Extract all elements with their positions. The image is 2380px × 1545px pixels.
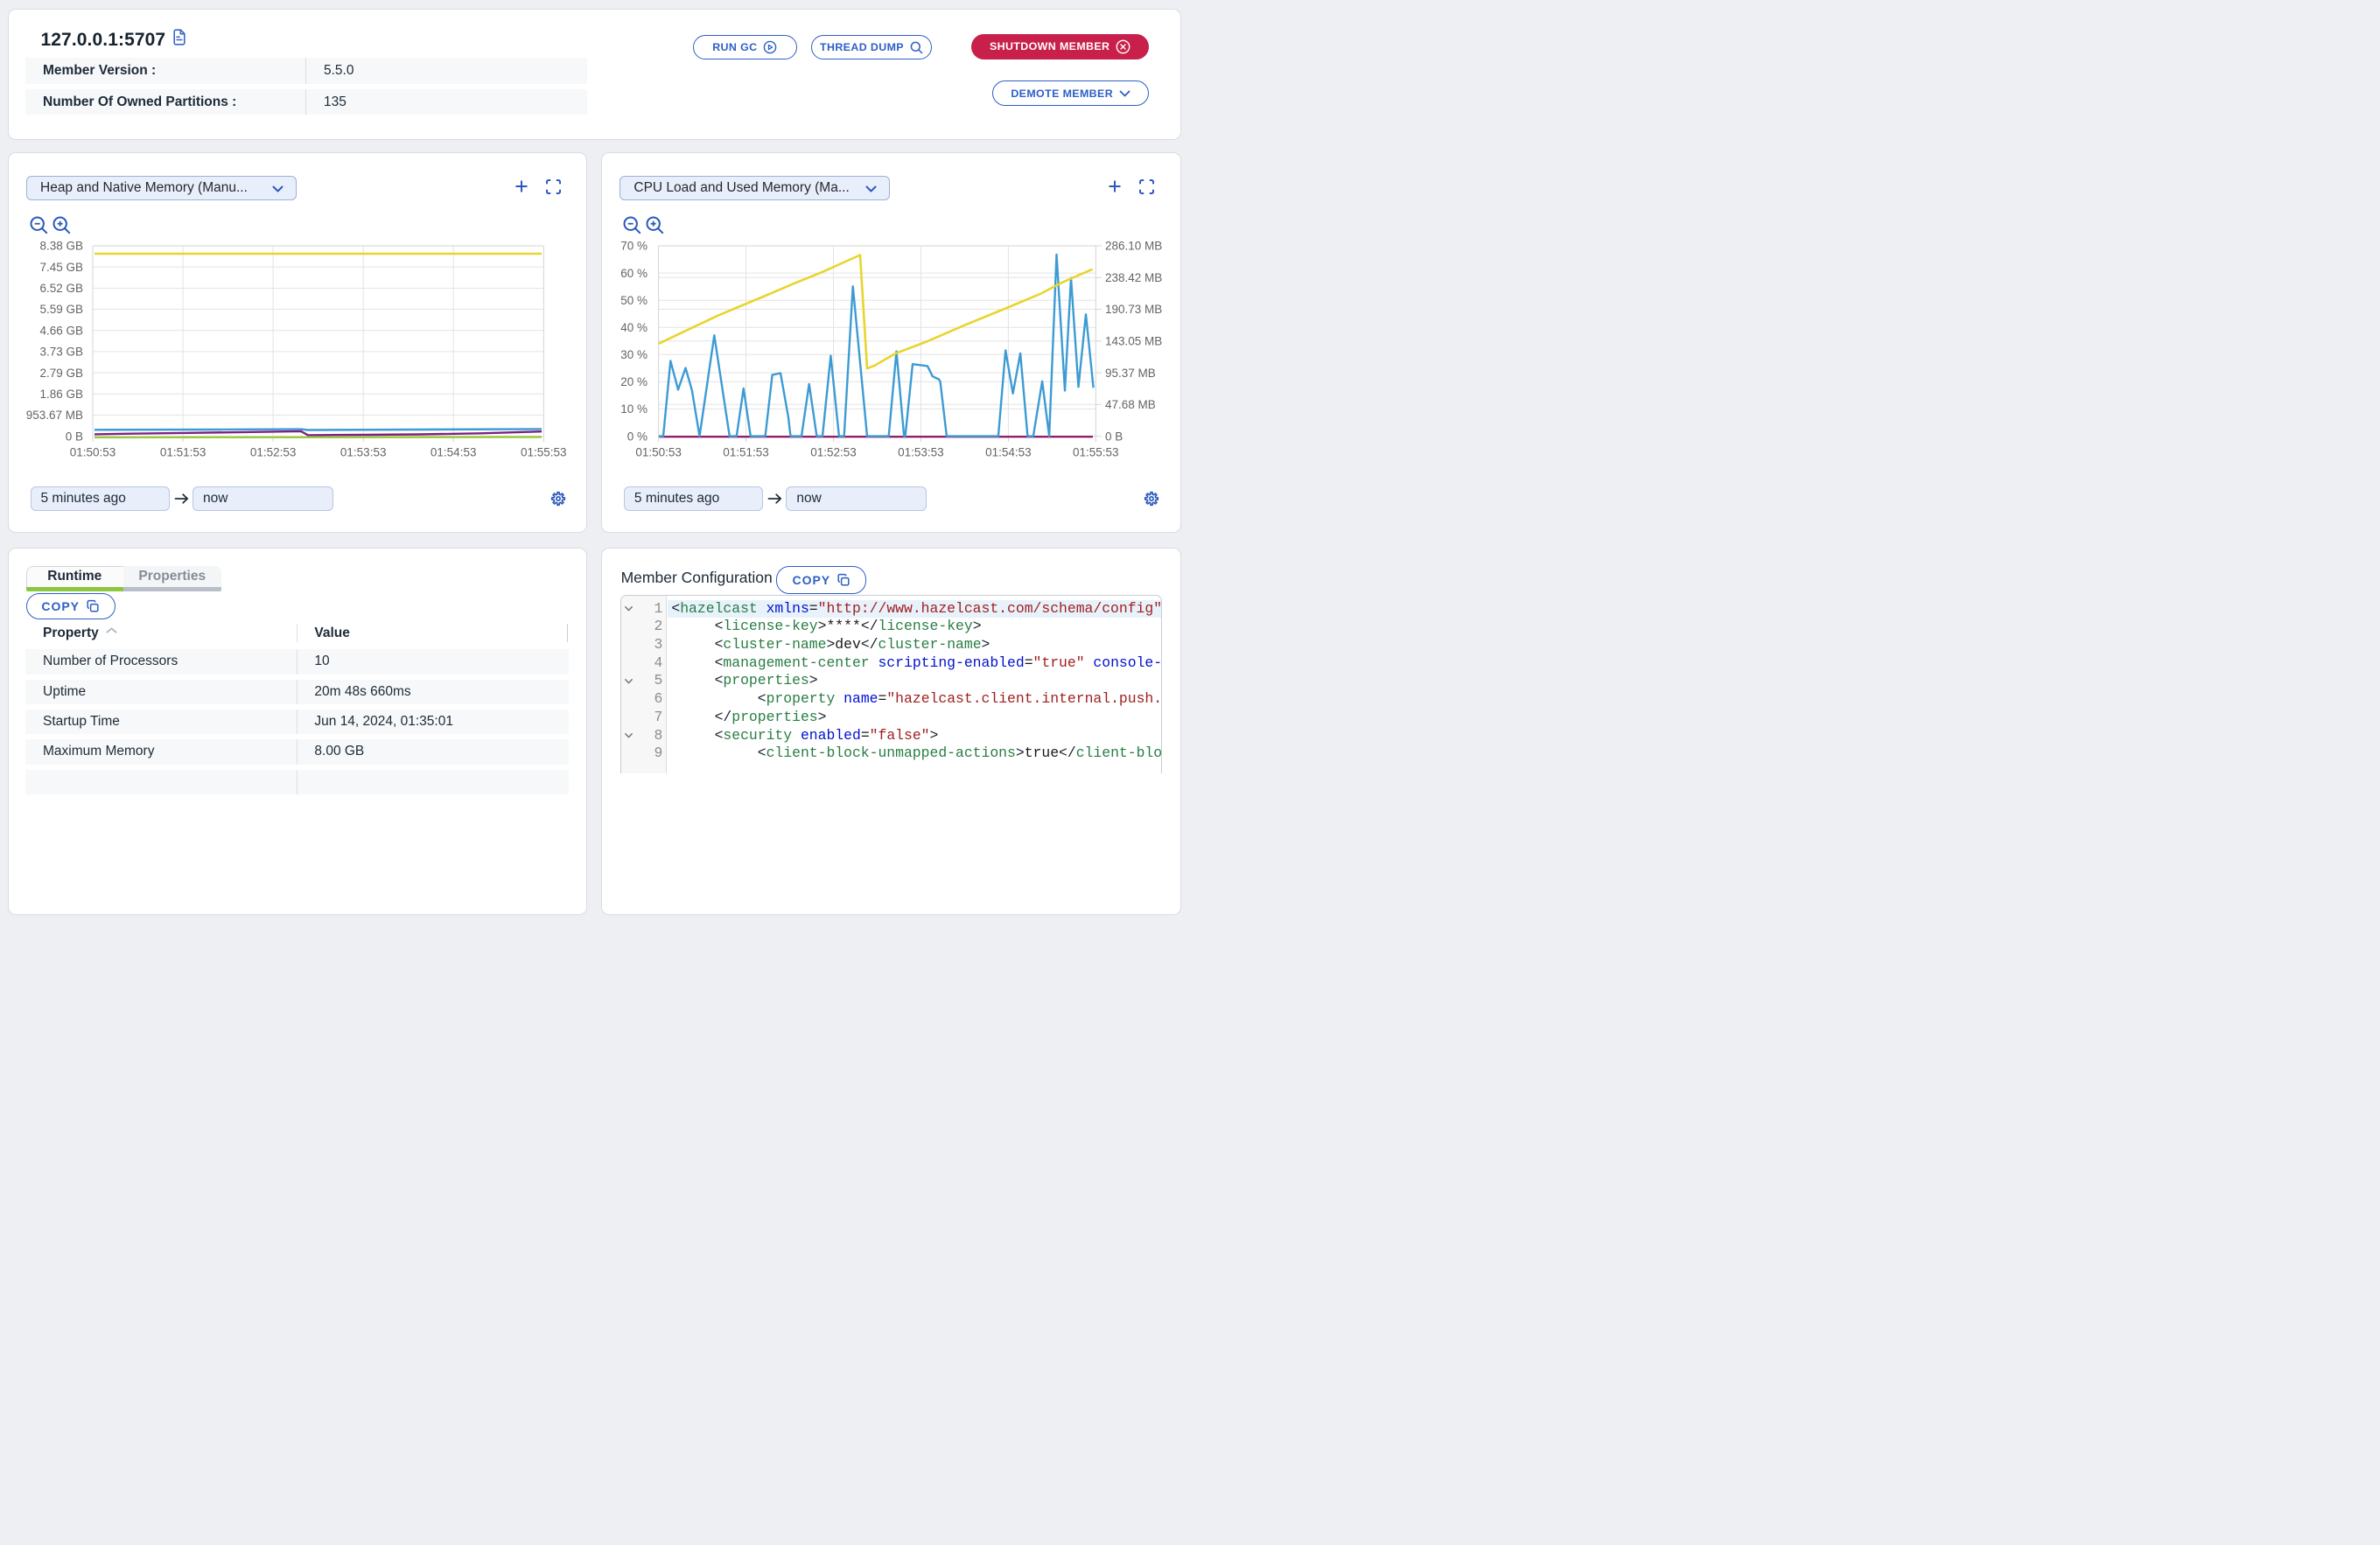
svg-text:190.73 MB: 190.73 MB (1105, 303, 1162, 316)
svg-text:0 %: 0 % (627, 430, 648, 443)
svg-text:01:55:53: 01:55:53 (1073, 446, 1119, 459)
svg-text:01:50:53: 01:50:53 (635, 446, 682, 459)
svg-text:20 %: 20 % (620, 375, 648, 388)
svg-text:01:53:53: 01:53:53 (898, 446, 944, 459)
svg-text:01:52:53: 01:52:53 (810, 446, 857, 459)
svg-text:95.37 MB: 95.37 MB (1105, 367, 1156, 380)
svg-text:60 %: 60 % (620, 267, 648, 280)
svg-text:143.05 MB: 143.05 MB (1105, 335, 1162, 348)
svg-text:47.68 MB: 47.68 MB (1105, 398, 1156, 411)
svg-text:286.10 MB: 286.10 MB (1105, 240, 1162, 253)
svg-text:50 %: 50 % (620, 294, 648, 307)
svg-text:10 %: 10 % (620, 402, 648, 416)
svg-text:238.42 MB: 238.42 MB (1105, 271, 1162, 284)
svg-text:70 %: 70 % (620, 240, 648, 253)
svg-text:30 %: 30 % (620, 348, 648, 361)
svg-text:40 %: 40 % (620, 321, 648, 334)
svg-text:0 B: 0 B (1105, 430, 1123, 443)
svg-text:01:54:53: 01:54:53 (985, 446, 1032, 459)
svg-text:01:51:53: 01:51:53 (723, 446, 769, 459)
